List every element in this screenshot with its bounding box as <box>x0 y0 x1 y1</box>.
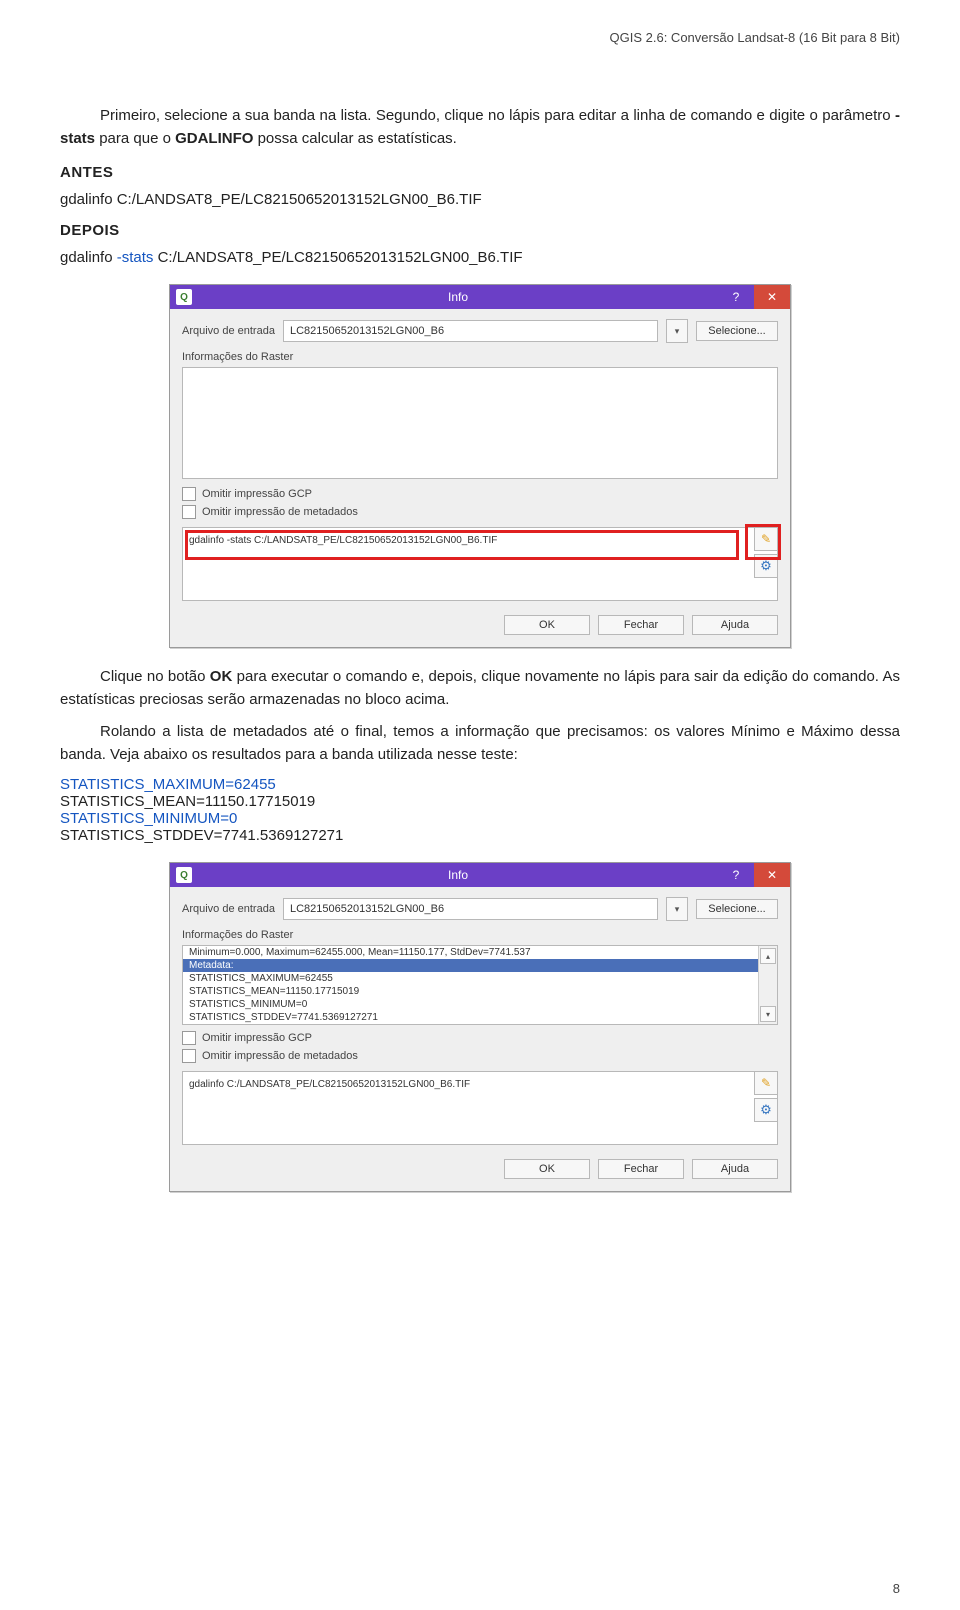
dropdown-button[interactable]: ▾ <box>666 897 688 921</box>
paragraph-1: Primeiro, selecione a sua banda na lista… <box>60 105 900 150</box>
help-icon[interactable]: ? <box>718 285 754 309</box>
info-dialog-2: Q Info ? ✕ Arquivo de entrada LC82150652… <box>169 862 791 1192</box>
ok-button[interactable]: OK <box>504 615 590 635</box>
cmd-before: gdalinfo C:/LANDSAT8_PE/LC82150652013152… <box>60 191 900 208</box>
p1-gdalinfo: GDALINFO <box>175 130 253 147</box>
p2a: Clique no botão <box>100 668 210 685</box>
result-line-max: STATISTICS_MAXIMUM=62455 <box>183 972 758 985</box>
result-line-min: STATISTICS_MINIMUM=0 <box>183 998 758 1011</box>
select-button[interactable]: Selecione... <box>696 321 778 341</box>
stat-max: STATISTICS_MAXIMUM=62455 <box>60 776 900 793</box>
raster-info-label: Informações do Raster <box>182 929 778 941</box>
dialog-title: Info <box>198 290 718 304</box>
scrollbar[interactable]: ▴ ▾ <box>758 946 777 1024</box>
command-text: gdalinfo C:/LANDSAT8_PE/LC82150652013152… <box>189 1078 771 1122</box>
raster-info-box[interactable]: Minimum=0.000, Maximum=62455.000, Mean=1… <box>182 945 778 1025</box>
help-icon[interactable]: ? <box>718 863 754 887</box>
input-file-label: Arquivo de entrada <box>182 325 275 337</box>
titlebar: Q Info ? ✕ <box>170 863 790 887</box>
omit-gcp-label: Omitir impressão GCP <box>202 1032 312 1044</box>
cmd-after-a: gdalinfo <box>60 249 117 266</box>
stat-mean: STATISTICS_MEAN=11150.17715019 <box>60 793 900 810</box>
raster-info-box[interactable] <box>182 367 778 479</box>
ok-button[interactable]: OK <box>504 1159 590 1179</box>
p2-ok: OK <box>210 668 233 685</box>
command-box[interactable]: gdalinfo -stats C:/LANDSAT8_PE/LC8215065… <box>182 527 778 601</box>
p1b: para que o <box>95 130 175 147</box>
result-line-mean: STATISTICS_MEAN=11150.17715019 <box>183 985 758 998</box>
scroll-down-icon[interactable]: ▾ <box>760 1006 776 1022</box>
help-button[interactable]: Ajuda <box>692 1159 778 1179</box>
paragraph-2: Clique no botão OK para executar o coman… <box>60 666 900 711</box>
page-number: 8 <box>893 1581 900 1596</box>
close-icon[interactable]: ✕ <box>754 863 790 887</box>
p1a: Primeiro, selecione a sua banda na lista… <box>100 107 895 124</box>
qgis-icon: Q <box>176 289 192 305</box>
cmd-after: gdalinfo -stats C:/LANDSAT8_PE/LC8215065… <box>60 249 900 266</box>
raster-info-label: Informações do Raster <box>182 351 778 363</box>
help-button[interactable]: Ajuda <box>692 615 778 635</box>
stat-std: STATISTICS_STDDEV=7741.5369127271 <box>60 827 900 844</box>
select-button[interactable]: Selecione... <box>696 899 778 919</box>
omit-gcp-label: Omitir impressão GCP <box>202 488 312 500</box>
omit-meta-label: Omitir impressão de metadados <box>202 1050 358 1062</box>
close-button[interactable]: Fechar <box>598 1159 684 1179</box>
stat-min: STATISTICS_MINIMUM=0 <box>60 810 900 827</box>
input-file-field[interactable]: LC82150652013152LGN00_B6 <box>283 320 658 342</box>
result-line-std: STATISTICS_STDDEV=7741.5369127271 <box>183 1011 758 1024</box>
dropdown-button[interactable]: ▾ <box>666 319 688 343</box>
result-summary: Minimum=0.000, Maximum=62455.000, Mean=1… <box>183 946 758 959</box>
info-dialog-1: Q Info ? ✕ Arquivo de entrada LC82150652… <box>169 284 791 648</box>
input-file-field[interactable]: LC82150652013152LGN00_B6 <box>283 898 658 920</box>
input-file-label: Arquivo de entrada <box>182 903 275 915</box>
omit-meta-checkbox[interactable] <box>182 505 196 519</box>
doc-header: QGIS 2.6: Conversão Landsat-8 (16 Bit pa… <box>60 30 900 45</box>
qgis-icon: Q <box>176 867 192 883</box>
label-depois: DEPOIS <box>60 222 900 239</box>
omit-gcp-checkbox[interactable] <box>182 487 196 501</box>
titlebar: Q Info ? ✕ <box>170 285 790 309</box>
omit-meta-checkbox[interactable] <box>182 1049 196 1063</box>
dialog-title: Info <box>198 868 718 882</box>
metadata-header: Metadata: <box>183 959 758 972</box>
omit-gcp-checkbox[interactable] <box>182 1031 196 1045</box>
scroll-up-icon[interactable]: ▴ <box>760 948 776 964</box>
p1c: possa calcular as estatísticas. <box>253 130 456 147</box>
cmd-after-c: C:/LANDSAT8_PE/LC82150652013152LGN00_B6.… <box>153 249 522 266</box>
pencil-icon[interactable]: ✎ <box>754 1071 778 1095</box>
highlight-command <box>185 530 739 560</box>
paragraph-3: Rolando a lista de metadados até o final… <box>60 721 900 766</box>
command-box[interactable]: gdalinfo C:/LANDSAT8_PE/LC82150652013152… <box>182 1071 778 1145</box>
close-button[interactable]: Fechar <box>598 615 684 635</box>
omit-meta-label: Omitir impressão de metadados <box>202 506 358 518</box>
cmd-after-b: -stats <box>117 249 154 266</box>
gear-icon[interactable]: ⚙ <box>754 1098 778 1122</box>
close-icon[interactable]: ✕ <box>754 285 790 309</box>
highlight-pencil <box>745 524 781 560</box>
label-antes: ANTES <box>60 164 900 181</box>
